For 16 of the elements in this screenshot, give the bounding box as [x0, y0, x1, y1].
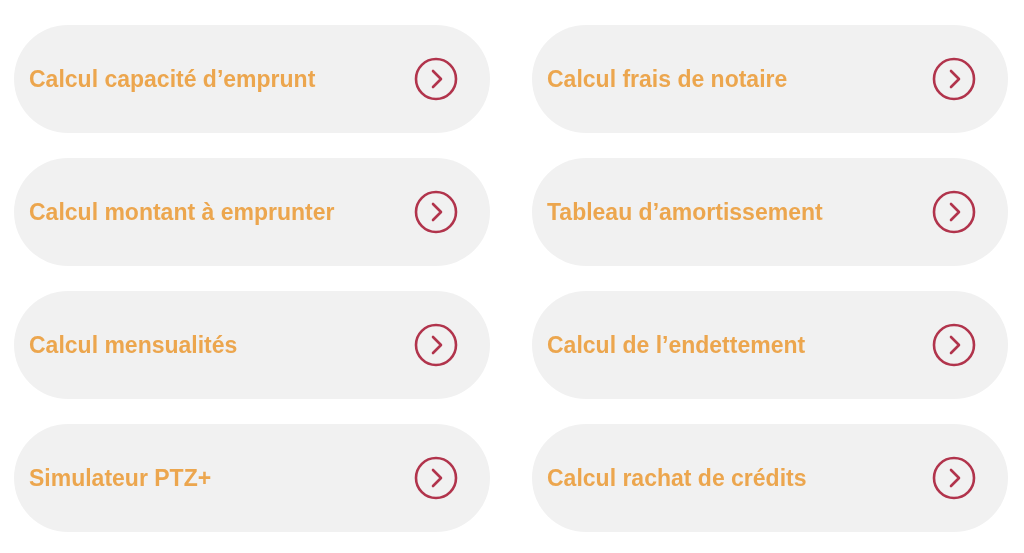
- calculator-link[interactable]: Tableau d’amortissement: [532, 158, 1008, 266]
- chevron-circle-icon: [932, 323, 976, 367]
- calculator-link[interactable]: Calcul montant à emprunter: [14, 158, 490, 266]
- chevron-circle-icon: [414, 323, 458, 367]
- chevron-circle-icon: [932, 456, 976, 500]
- calculator-link[interactable]: Calcul frais de notaire: [532, 25, 1008, 133]
- calculator-link[interactable]: Calcul capacité d’emprunt: [14, 25, 490, 133]
- calculator-link[interactable]: Calcul de l’endettement: [532, 291, 1008, 399]
- chevron-circle-icon: [932, 190, 976, 234]
- calculator-link[interactable]: Simulateur PTZ+: [14, 424, 490, 532]
- chevron-circle-icon: [932, 57, 976, 101]
- calculator-link[interactable]: Calcul rachat de crédits: [532, 424, 1008, 532]
- calculator-link[interactable]: Calcul mensualités: [14, 291, 490, 399]
- chevron-circle-icon: [414, 190, 458, 234]
- chevron-circle-icon: [414, 57, 458, 101]
- chevron-circle-icon: [414, 456, 458, 500]
